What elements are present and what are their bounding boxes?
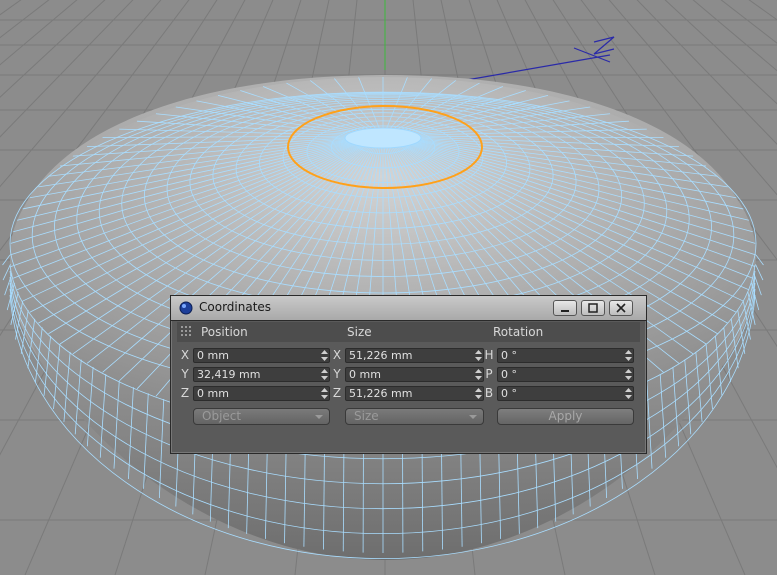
size-z-value: 51,226 mm	[349, 387, 413, 400]
position-y-value: 32,419 mm	[197, 368, 261, 381]
mode-dropdown[interactable]: Object	[193, 408, 330, 425]
rotation-header: Rotation	[493, 325, 544, 339]
position-x-field[interactable]: 0 mm	[193, 348, 330, 363]
position-x-label: X	[180, 348, 190, 362]
mode-dropdown-value: Object	[202, 409, 242, 423]
size-z-label: Z	[332, 386, 342, 400]
size-mode-dropdown[interactable]: Size	[345, 408, 484, 425]
close-button[interactable]	[609, 300, 633, 316]
position-z-value: 0 mm	[197, 387, 229, 400]
position-z-label: Z	[180, 386, 190, 400]
size-mode-dropdown-value: Size	[354, 409, 379, 423]
spinner-icon[interactable]	[321, 368, 328, 381]
rotation-b-value: 0 °	[501, 387, 517, 400]
rotation-h-field[interactable]: 0 °	[497, 348, 634, 363]
maximize-button[interactable]	[581, 300, 605, 316]
minimize-icon	[561, 310, 569, 312]
spinner-icon[interactable]	[321, 349, 328, 362]
position-z-field[interactable]: 0 mm	[193, 386, 330, 401]
spinner-icon[interactable]	[625, 387, 632, 400]
size-header: Size	[347, 325, 372, 339]
grip-icon[interactable]	[181, 326, 193, 338]
rotation-h-value: 0 °	[501, 349, 517, 362]
size-x-label: X	[332, 348, 342, 362]
rotation-h-label: H	[484, 348, 494, 362]
title-bar[interactable]: Coordinates	[171, 296, 646, 321]
cinema4d-icon	[179, 301, 193, 315]
spinner-icon[interactable]	[625, 368, 632, 381]
apply-button[interactable]: Apply	[497, 408, 634, 425]
spinner-icon[interactable]	[625, 349, 632, 362]
rotation-b-field[interactable]: 0 °	[497, 386, 634, 401]
rotation-p-value: 0 °	[501, 368, 517, 381]
size-x-field[interactable]: 51,226 mm	[345, 348, 484, 363]
position-x-value: 0 mm	[197, 349, 229, 362]
rotation-b-label: B	[484, 386, 494, 400]
column-header: Position Size Rotation	[177, 322, 640, 342]
size-y-value: 0 mm	[349, 368, 381, 381]
coordinates-dialog[interactable]: Coordinates Position Size Rotation X 0 m…	[170, 295, 647, 454]
size-y-field[interactable]: 0 mm	[345, 367, 484, 382]
spinner-icon[interactable]	[321, 387, 328, 400]
3d-viewport[interactable]	[0, 0, 777, 575]
dialog-title: Coordinates	[199, 300, 272, 314]
size-z-field[interactable]: 51,226 mm	[345, 386, 484, 401]
chevron-down-icon	[315, 415, 323, 419]
maximize-icon	[588, 303, 598, 313]
position-header: Position	[201, 325, 248, 339]
spinner-icon[interactable]	[475, 387, 482, 400]
minimize-button[interactable]	[553, 300, 577, 316]
chevron-down-icon	[469, 415, 477, 419]
close-icon	[616, 303, 626, 313]
size-y-label: Y	[333, 367, 341, 381]
rotation-p-field[interactable]: 0 °	[497, 367, 634, 382]
rotation-p-label: P	[485, 367, 493, 381]
spinner-icon[interactable]	[475, 368, 482, 381]
size-x-value: 51,226 mm	[349, 349, 413, 362]
spinner-icon[interactable]	[475, 349, 482, 362]
position-y-field[interactable]: 32,419 mm	[193, 367, 330, 382]
position-y-label: Y	[181, 367, 189, 381]
